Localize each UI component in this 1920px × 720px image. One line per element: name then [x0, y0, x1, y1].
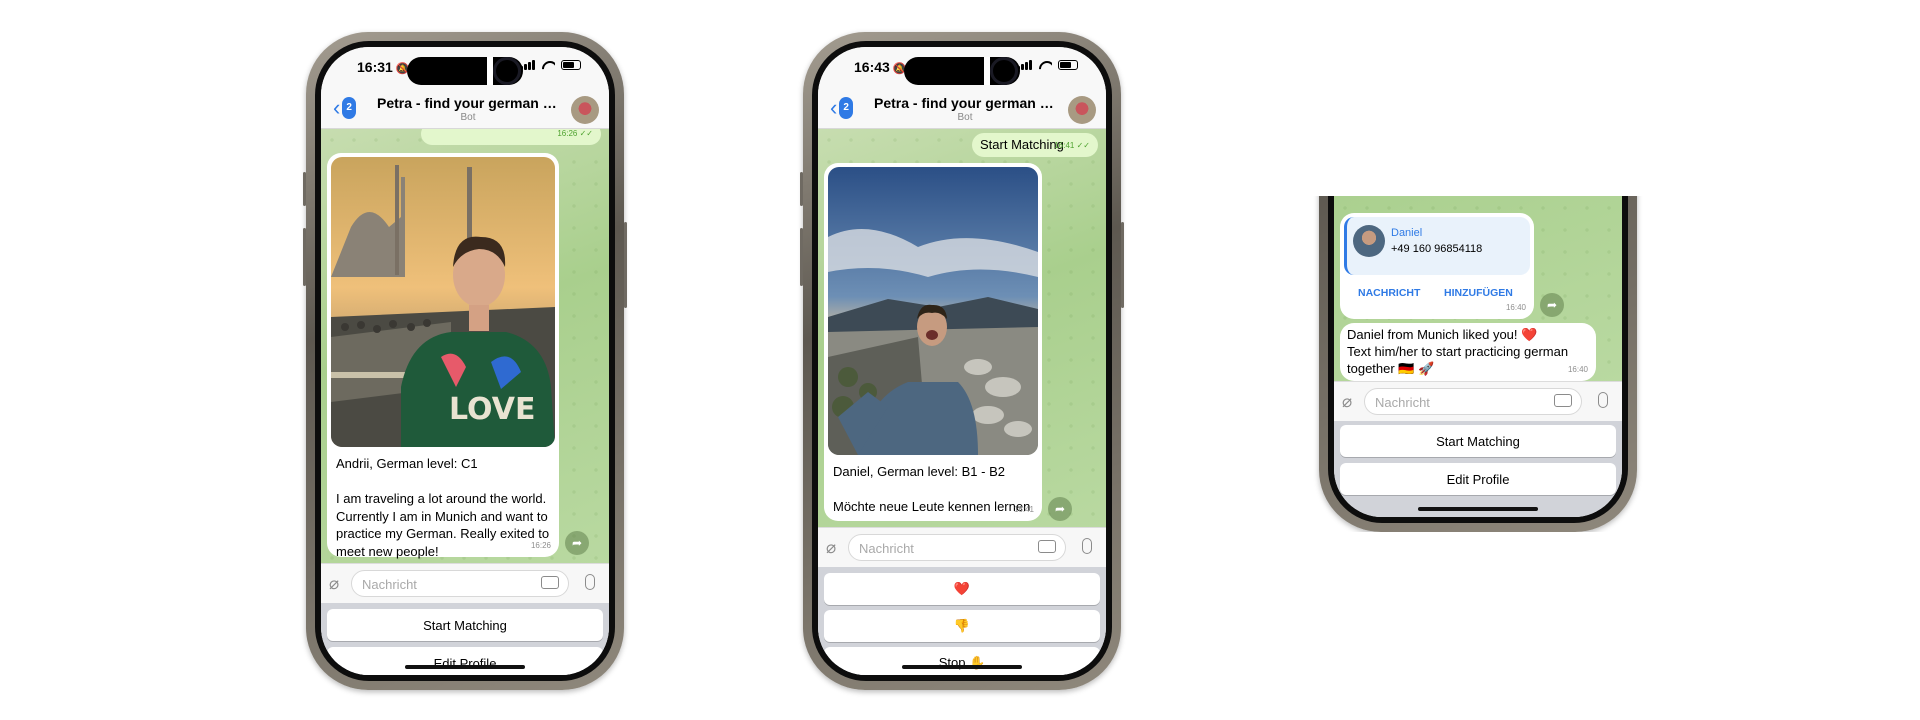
back-button[interactable]: ‹ 2 [333, 97, 356, 119]
share-forward-icon[interactable]: ➦ [1540, 293, 1564, 317]
side-button [800, 172, 803, 206]
phone-frame-3: Daniel +49 160 96854118 NACHRICHT HINZUF… [1319, 196, 1637, 532]
back-button[interactable]: ‹ 2 [830, 97, 853, 119]
side-button [303, 172, 306, 206]
message-time: 16:41 [1013, 504, 1034, 514]
message-time: 16:41 ✓✓ [1054, 140, 1090, 150]
chat-header: ‹2 Petra - find your german bud... Bot [818, 89, 1106, 129]
message-input[interactable]: Nachricht [848, 534, 1066, 561]
share-forward-icon[interactable]: ➦ [565, 531, 589, 555]
message-input-bar: ⌀ Nachricht [1334, 381, 1622, 421]
edit-profile-button[interactable]: Edit Profile [327, 647, 603, 675]
edit-profile-button[interactable]: Edit Profile [1340, 463, 1616, 495]
bot-reply-keyboard: ❤️ 👎 Stop ✋ [818, 567, 1106, 675]
message-time: 16:40 [1505, 302, 1526, 312]
contact-name: Daniel [1391, 227, 1423, 239]
contact-add-action[interactable]: HINZUFÜGEN [1444, 285, 1513, 303]
microphone-icon[interactable] [585, 574, 595, 590]
home-indicator [902, 665, 1022, 669]
attach-paperclip-icon[interactable]: ⌀ [826, 538, 836, 558]
outgoing-message-bubble[interactable]: Start Matching 16:41 ✓✓ [972, 133, 1098, 157]
profile-name-line: Andrii, German level: C1 [336, 456, 478, 471]
status-time: 16:31 [357, 59, 393, 75]
home-indicator [405, 665, 525, 669]
side-button [800, 228, 803, 286]
chat-title[interactable]: Petra - find your german bud... [874, 95, 1056, 111]
profile-bio: I am traveling a lot around the world. C… [336, 491, 550, 559]
keyboard-toggle-icon[interactable] [1038, 540, 1056, 553]
profile-message-bubble[interactable]: Daniel, German level: B1 - B2 Möchte neu… [824, 163, 1042, 521]
keyboard-toggle-icon[interactable] [1554, 394, 1572, 407]
dynamic-island [407, 57, 523, 85]
phone-screen: 16:43🔕 ‹2 Petra - find your german bud..… [818, 47, 1106, 675]
profile-bio: Möchte neue Leute kennen lernen [833, 499, 1031, 514]
home-indicator [1418, 507, 1538, 511]
chat-header: ‹2 Petra - find your german bud... Bot [321, 89, 609, 129]
profile-name-line: Daniel, German level: B1 - B2 [833, 464, 1005, 479]
message-input-bar: ⌀ Nachricht [818, 527, 1106, 567]
attach-paperclip-icon[interactable]: ⌀ [329, 574, 339, 594]
side-button [624, 222, 627, 308]
unread-badge: 2 [342, 97, 356, 119]
profile-message-bubble[interactable]: LOVE Andrii, German level: C1 I am trave… [327, 153, 559, 559]
chevron-left-icon: ‹ [830, 95, 838, 120]
side-button [303, 228, 306, 286]
battery-icon [1058, 60, 1078, 70]
battery-icon [561, 60, 581, 70]
svg-text:LOVE: LOVE [449, 392, 535, 427]
contact-card[interactable]: Daniel +49 160 96854118 [1344, 217, 1530, 275]
chat-title[interactable]: Petra - find your german bud... [377, 95, 559, 111]
message-time: 16:40 [1567, 364, 1588, 374]
dynamic-island [904, 57, 1020, 85]
chat-area[interactable]: 16:26 ✓✓ LOVE Andrii, German level: C1 I… [321, 123, 609, 563]
microphone-icon[interactable] [1598, 392, 1608, 408]
message-input[interactable]: Nachricht [1364, 388, 1582, 415]
dislike-button[interactable]: 👎 [824, 610, 1100, 642]
contact-message-bubble[interactable]: Daniel +49 160 96854118 NACHRICHT HINZUF… [1340, 213, 1534, 319]
keyboard-toggle-icon[interactable] [541, 576, 559, 589]
stop-button[interactable]: Stop ✋ [824, 647, 1100, 675]
phone-screen: 16:31🔕 ‹2 Petra - find your german bud..… [321, 47, 609, 675]
bot-avatar[interactable] [1068, 96, 1096, 124]
contact-avatar [1353, 225, 1385, 257]
contact-message-action[interactable]: NACHRICHT [1358, 285, 1420, 303]
message-time: 16:26 [530, 540, 551, 550]
chat-area[interactable]: Start Matching 16:41 ✓✓ Daniel, German l… [818, 129, 1106, 527]
side-button [1121, 222, 1124, 308]
microphone-icon[interactable] [1082, 538, 1092, 554]
chat-subtitle: Bot [957, 112, 973, 123]
like-button[interactable]: ❤️ [824, 573, 1100, 605]
status-time: 16:43 [854, 59, 890, 75]
bot-reply-keyboard: Start Matching Edit Profile [321, 603, 609, 675]
message-input-bar: ⌀ Nachricht [321, 563, 609, 603]
message-input[interactable]: Nachricht [351, 570, 569, 597]
phone-crop-3: Daniel +49 160 96854118 NACHRICHT HINZUF… [1310, 196, 1646, 532]
outgoing-message-text: Start Matching [980, 137, 1064, 152]
chat-area[interactable]: Daniel +49 160 96854118 NACHRICHT HINZUF… [1334, 196, 1622, 381]
start-matching-button[interactable]: Start Matching [1340, 425, 1616, 457]
start-matching-button[interactable]: Start Matching [327, 609, 603, 641]
phone-screen: Daniel +49 160 96854118 NACHRICHT HINZUF… [1334, 196, 1622, 517]
contact-phone: +49 160 96854118 [1391, 243, 1483, 255]
attach-paperclip-icon[interactable]: ⌀ [1342, 392, 1352, 412]
wifi-icon [541, 60, 555, 70]
profile-photo[interactable]: LOVE [331, 157, 555, 447]
bot-reply-keyboard: Start Matching Edit Profile [1334, 421, 1622, 517]
wifi-icon [1038, 60, 1052, 70]
phone-frame-2: 16:43🔕 ‹2 Petra - find your german bud..… [800, 32, 1124, 690]
phone-frame-1: 16:31🔕 ‹2 Petra - find your german bud..… [303, 32, 627, 690]
chat-subtitle: Bot [460, 112, 476, 123]
profile-photo[interactable] [828, 167, 1038, 455]
chevron-left-icon: ‹ [333, 95, 341, 120]
unread-badge: 2 [839, 97, 853, 119]
bot-avatar[interactable] [571, 96, 599, 124]
liked-you-text: Daniel from Munich liked you! ❤️ Text hi… [1347, 327, 1569, 376]
liked-you-message-bubble[interactable]: Daniel from Munich liked you! ❤️ Text hi… [1340, 323, 1596, 381]
share-forward-icon[interactable]: ➦ [1048, 497, 1072, 521]
